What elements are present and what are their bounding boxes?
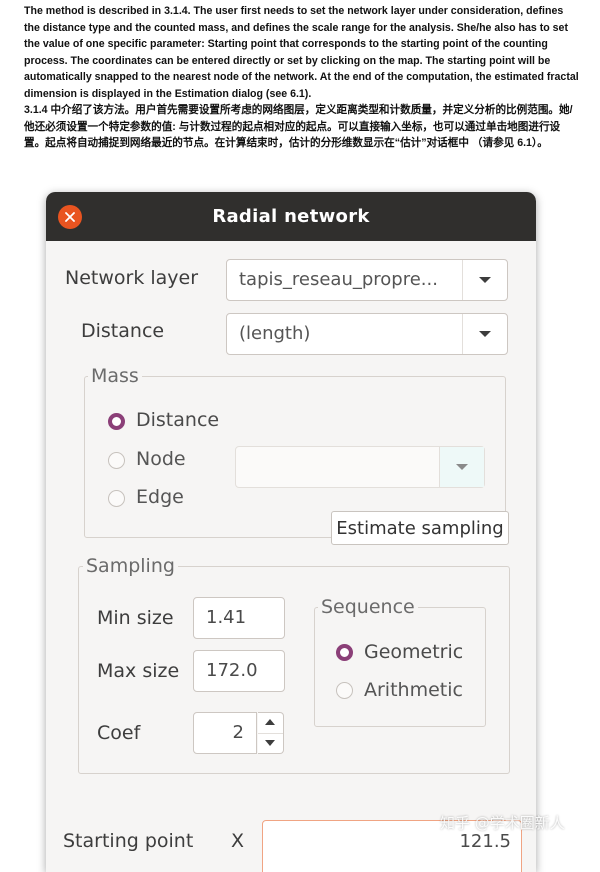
radial-network-dialog: Radial network Network layer tapis_resea… — [46, 192, 536, 872]
mass-radio-distance[interactable] — [108, 413, 125, 430]
mass-option-edge-label[interactable]: Edge — [136, 486, 184, 508]
sequence-option-geometric-label[interactable]: Geometric — [364, 641, 463, 663]
chevron-down-icon — [265, 740, 275, 746]
starting-point-label: Starting point — [63, 830, 194, 852]
distance-dropdown-button[interactable] — [462, 314, 507, 354]
mass-option-distance-label[interactable]: Distance — [136, 409, 219, 431]
distance-combo[interactable]: (length) — [226, 313, 508, 355]
document-paragraph-en: The method is described in 3.1.4. The us… — [24, 5, 579, 100]
estimate-sampling-tooltip: Estimate sampling — [331, 511, 509, 545]
dialog-title: Radial network — [212, 206, 370, 227]
mass-attribute-dropdown-button[interactable] — [439, 447, 484, 487]
network-layer-dropdown-button[interactable] — [462, 260, 507, 300]
network-layer-label: Network layer — [65, 267, 199, 289]
starting-point-x-label: X — [231, 830, 245, 852]
document-text: The method is described in 3.1.4. The us… — [24, 3, 580, 152]
sequence-radio-arithmetic[interactable] — [336, 682, 353, 699]
mass-radio-edge[interactable] — [108, 490, 125, 507]
network-layer-value: tapis_reseau_propre... — [239, 269, 438, 290]
min-size-input[interactable]: 1.41 — [193, 597, 285, 639]
coef-input[interactable]: 2 — [193, 712, 257, 754]
network-layer-combo[interactable]: tapis_reseau_propre... — [226, 259, 508, 301]
min-size-label: Min size — [97, 607, 174, 629]
chevron-down-icon — [456, 464, 468, 470]
chevron-down-icon — [479, 277, 491, 283]
coef-decrement-button[interactable] — [258, 734, 283, 754]
watermark-text: 知乎 @学术圈新人 — [440, 814, 565, 832]
sequence-group-label: Sequence — [318, 596, 418, 618]
mass-attribute-combo[interactable] — [235, 446, 485, 488]
chevron-down-icon — [479, 331, 491, 337]
mass-option-node-label[interactable]: Node — [136, 448, 186, 470]
max-size-input[interactable]: 172.0 — [193, 650, 285, 692]
chevron-up-icon — [265, 719, 275, 725]
dialog-titlebar: Radial network — [46, 192, 536, 241]
coef-increment-button[interactable] — [258, 713, 283, 734]
distance-value: (length) — [239, 323, 311, 344]
coef-spin-buttons — [258, 712, 284, 754]
sampling-group-label: Sampling — [83, 555, 178, 577]
coef-label: Coef — [97, 722, 141, 744]
close-icon — [65, 212, 75, 222]
sequence-radio-geometric[interactable] — [336, 644, 353, 661]
mass-radio-node[interactable] — [108, 452, 125, 469]
sequence-option-arithmetic-label[interactable]: Arithmetic — [364, 679, 463, 701]
sequence-group — [314, 607, 486, 727]
close-button[interactable] — [58, 205, 82, 229]
document-paragraph-zh: 3.1.4 中介绍了该方法。用户首先需要设置所考虑的网络图层，定义距离类型和计数… — [24, 104, 573, 149]
distance-label: Distance — [81, 320, 165, 342]
max-size-label: Max size — [97, 660, 180, 682]
mass-group-label: Mass — [88, 365, 142, 387]
